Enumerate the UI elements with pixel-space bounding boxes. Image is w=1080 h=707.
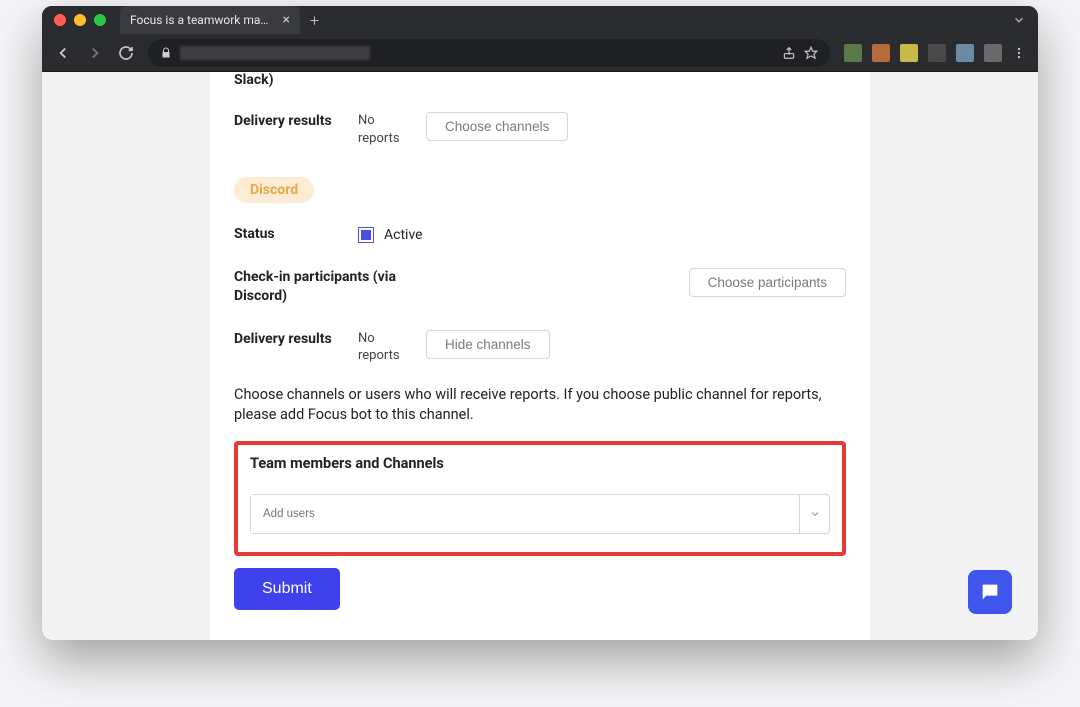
status-value: Active — [384, 227, 423, 243]
delivery-results-label-discord: Delivery results — [234, 330, 358, 349]
chevron-down-icon[interactable] — [799, 495, 829, 533]
choose-participants-button[interactable]: Choose participants — [689, 268, 846, 297]
extension-icon[interactable] — [844, 44, 862, 62]
extension-icon[interactable] — [984, 44, 1002, 62]
browser-tab[interactable]: Focus is a teamwork managem × — [120, 6, 300, 34]
reload-icon[interactable] — [118, 45, 134, 61]
chat-icon — [979, 581, 1001, 603]
delivery-status-discord: No reports — [358, 330, 426, 365]
discord-pill: Discord — [234, 177, 314, 203]
tab-title: Focus is a teamwork managem — [130, 13, 273, 27]
nav-bar — [42, 34, 1038, 72]
lock-icon — [160, 47, 172, 59]
fullscreen-window-button[interactable] — [94, 14, 106, 26]
chat-widget-button[interactable] — [968, 570, 1012, 614]
titlebar: Focus is a teamwork managem × + — [42, 6, 1038, 34]
chevron-down-icon[interactable] — [1012, 13, 1026, 27]
delivery-results-row-slack: Delivery results No reports Choose chann… — [234, 112, 846, 147]
share-icon[interactable] — [782, 46, 796, 60]
slack-label-partial: Slack) — [234, 72, 846, 88]
minimize-window-button[interactable] — [74, 14, 86, 26]
browser-window: Focus is a teamwork managem × + — [42, 6, 1038, 640]
status-row: Status Active — [234, 225, 846, 244]
close-window-button[interactable] — [54, 14, 66, 26]
participants-label: Check-in participants (via Discord) — [234, 268, 414, 306]
kebab-menu-icon[interactable] — [1012, 46, 1026, 60]
helper-text: Choose channels or users who will receiv… — [234, 385, 846, 426]
back-icon[interactable] — [54, 44, 72, 62]
submit-button[interactable]: Submit — [234, 568, 340, 610]
forward-icon[interactable] — [86, 44, 104, 62]
extension-icons — [844, 44, 1026, 62]
status-label: Status — [234, 225, 358, 244]
delivery-results-label: Delivery results — [234, 112, 358, 131]
add-users-input[interactable] — [251, 495, 799, 533]
extension-icon[interactable] — [872, 44, 890, 62]
choose-channels-button[interactable]: Choose channels — [426, 112, 568, 141]
viewport: Slack) Delivery results No reports Choos… — [42, 72, 1038, 640]
traffic-lights — [54, 14, 106, 26]
delivery-status-slack: No reports — [358, 112, 426, 147]
new-tab-button[interactable]: + — [310, 11, 319, 30]
settings-card: Slack) Delivery results No reports Choos… — [210, 72, 870, 640]
participants-row: Check-in participants (via Discord) Choo… — [234, 268, 846, 306]
delivery-results-row-discord: Delivery results No reports Hide channel… — [234, 330, 846, 365]
hide-channels-button[interactable]: Hide channels — [426, 330, 550, 359]
status-checkbox[interactable] — [358, 227, 374, 243]
extension-icon[interactable] — [928, 44, 946, 62]
extension-icon[interactable] — [900, 44, 918, 62]
checkbox-checked-icon — [361, 230, 371, 240]
bookmark-star-icon[interactable] — [804, 46, 818, 60]
team-members-highlight: Team members and Channels — [234, 441, 846, 556]
add-users-select[interactable] — [250, 494, 830, 534]
address-bar[interactable] — [148, 39, 830, 67]
url-text — [180, 46, 774, 60]
team-members-label: Team members and Channels — [250, 455, 830, 472]
close-tab-icon[interactable]: × — [283, 13, 290, 27]
extension-icon[interactable] — [956, 44, 974, 62]
